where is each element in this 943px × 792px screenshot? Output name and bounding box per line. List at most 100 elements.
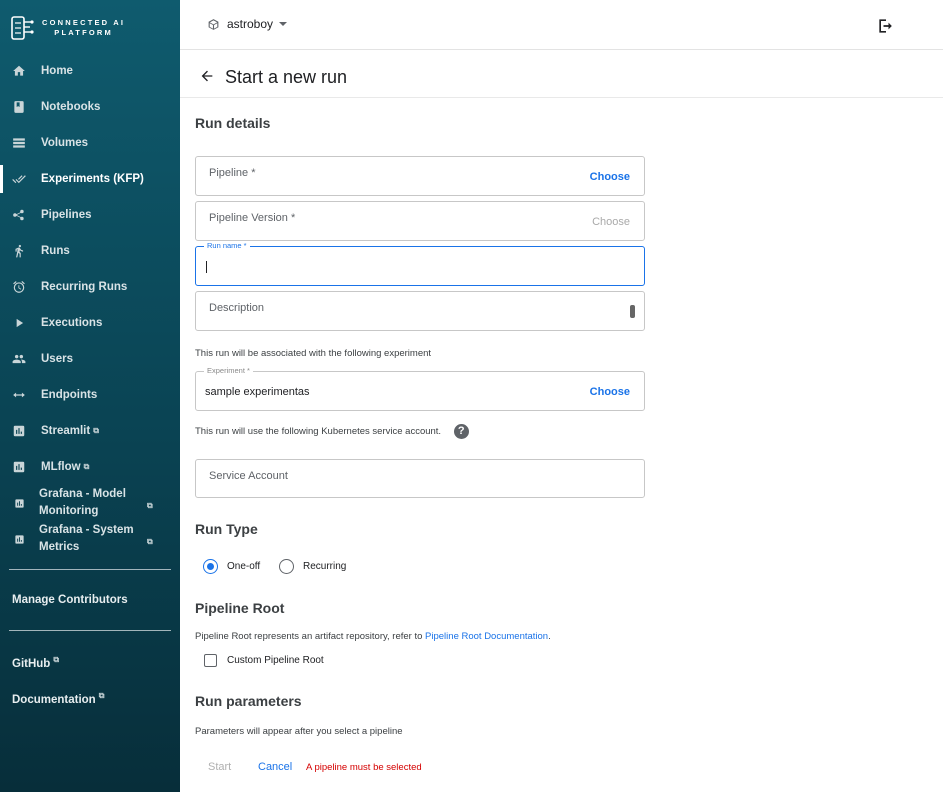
- sidebar-item-label: Endpoints: [41, 389, 98, 401]
- runner-icon: [11, 243, 27, 259]
- sidebar-item-home[interactable]: Home: [0, 53, 180, 89]
- sidebar-item-label: Home: [41, 65, 73, 77]
- pipeline-root-note-period: .: [548, 631, 551, 642]
- home-icon: [11, 63, 27, 79]
- sidebar-divider: [9, 630, 171, 631]
- pipeline-version-field[interactable]: Pipeline Version * Choose: [195, 201, 645, 241]
- start-button[interactable]: Start: [208, 761, 231, 773]
- choose-pipeline-version-button[interactable]: Choose: [592, 216, 630, 228]
- sidebar-item-label: Grafana - System Metrics: [39, 524, 134, 553]
- external-link-icon: ⧉: [147, 501, 153, 510]
- sidebar-item-executions[interactable]: Executions: [0, 305, 180, 341]
- pipeline-root-docs-link[interactable]: Pipeline Root Documentation: [425, 631, 548, 642]
- experiment-note: This run will be associated with the fol…: [195, 348, 432, 359]
- sidebar-item-grafana-model-monitoring[interactable]: Grafana - Model Monitoring ⧉: [0, 485, 180, 521]
- choose-experiment-button[interactable]: Choose: [590, 386, 630, 398]
- text-cursor: [206, 261, 207, 273]
- pipeline-icon: [11, 207, 27, 223]
- run-type-heading: Run Type: [195, 521, 258, 537]
- sidebar-item-label: Runs: [41, 245, 70, 257]
- top-bar: astroboy: [180, 0, 943, 50]
- sidebar-item-endpoints[interactable]: Endpoints: [0, 377, 180, 413]
- sidebar-item-label: Executions: [41, 317, 103, 329]
- sidebar-item-mlflow[interactable]: MLflow ⧉: [0, 449, 180, 485]
- sidebar-nav: Home Notebooks Volumes Experiments (KFP)…: [0, 53, 180, 557]
- pipeline-root-note-text: Pipeline Root represents an artifact rep…: [195, 631, 423, 642]
- sidebar-divider: [9, 569, 171, 570]
- description-input[interactable]: Description: [195, 291, 645, 331]
- sidebar-item-notebooks[interactable]: Notebooks: [0, 89, 180, 125]
- github-link[interactable]: GitHub ⧉: [12, 655, 59, 670]
- namespace-label: astroboy: [227, 17, 274, 31]
- radio-label: One-off: [227, 561, 261, 572]
- external-link-icon: ⧉: [83, 462, 90, 471]
- sidebar-item-label: Notebooks: [41, 101, 101, 113]
- sidebar-item-label: MLflow: [41, 461, 81, 473]
- brand-line-1: CONNECTED AI: [42, 18, 126, 27]
- chart-icon: [11, 423, 27, 439]
- sidebar-item-grafana-system-metrics[interactable]: Grafana - System Metrics ⧉: [0, 521, 180, 557]
- choose-pipeline-button[interactable]: Choose: [590, 171, 630, 183]
- sidebar-item-label: Pipelines: [41, 209, 92, 221]
- experiment-label: Experiment *: [204, 366, 253, 375]
- sidebar: CONNECTED AI PLATFORM Home Notebooks Vol…: [0, 0, 180, 792]
- help-icon[interactable]: ?: [453, 424, 469, 439]
- sidebar-item-label: Grafana - Model Monitoring: [39, 488, 126, 517]
- sidebar-item-label: Streamlit: [41, 425, 91, 437]
- external-link-icon: ⧉: [53, 655, 60, 664]
- caret-down-icon: [279, 22, 288, 26]
- radio-one-off[interactable]: One-off: [203, 559, 260, 574]
- sidebar-item-label: Volumes: [41, 137, 89, 149]
- sidebar-item-users[interactable]: Users: [0, 341, 180, 377]
- service-account-note-text: This run will use the following Kubernet…: [195, 426, 442, 438]
- brand-logo-icon: [11, 16, 34, 40]
- run-details-heading: Run details: [195, 115, 271, 131]
- external-link-icon: ⧉: [98, 691, 105, 700]
- chart-icon: [11, 459, 27, 475]
- chart-icon: [11, 495, 27, 511]
- sidebar-item-volumes[interactable]: Volumes: [0, 125, 180, 161]
- sidebar-item-recurring-runs[interactable]: Recurring Runs: [0, 269, 180, 305]
- page-header: Start a new run: [180, 51, 943, 98]
- logout-icon[interactable]: [876, 16, 896, 36]
- description-placeholder: Description: [209, 302, 265, 314]
- radio-recurring[interactable]: Recurring: [279, 559, 346, 574]
- double-check-icon: [11, 171, 27, 187]
- sidebar-item-label: Recurring Runs: [41, 281, 128, 293]
- chart-icon: [11, 531, 27, 547]
- page-title: Start a new run: [225, 67, 348, 87]
- run-name-input[interactable]: Run name *: [195, 241, 645, 286]
- radio-selected-icon: [203, 559, 218, 574]
- pipeline-root-heading: Pipeline Root: [195, 600, 285, 616]
- pipeline-version-placeholder: Pipeline Version *: [209, 212, 296, 224]
- run-parameters-note: Parameters will appear after you select …: [195, 726, 403, 737]
- sidebar-item-pipelines[interactable]: Pipelines: [0, 197, 180, 233]
- alarm-icon: [11, 279, 27, 295]
- pipeline-placeholder: Pipeline *: [209, 167, 256, 179]
- service-account-input[interactable]: Service Account: [195, 459, 645, 498]
- description-scrollbar[interactable]: [630, 305, 635, 318]
- run-parameters-heading: Run parameters: [195, 693, 302, 709]
- manage-contributors-link[interactable]: Manage Contributors: [12, 594, 128, 606]
- radio-unselected-icon: [279, 559, 294, 574]
- notebook-icon: [11, 99, 27, 115]
- external-link-icon: ⧉: [93, 426, 99, 435]
- cube-icon: [208, 18, 219, 30]
- experiment-value: sample experimentas: [205, 386, 310, 398]
- namespace-selector[interactable]: astroboy: [207, 17, 288, 31]
- documentation-link[interactable]: Documentation ⧉: [12, 691, 104, 706]
- arrows-icon: [11, 387, 27, 403]
- sidebar-item-streamlit[interactable]: Streamlit ⧉: [0, 413, 180, 449]
- cancel-button[interactable]: Cancel: [258, 761, 292, 773]
- sidebar-item-runs[interactable]: Runs: [0, 233, 180, 269]
- back-arrow-icon[interactable]: [199, 68, 215, 84]
- brand-line-2: PLATFORM: [54, 28, 113, 37]
- pipeline-root-note: Pipeline Root represents an artifact rep…: [195, 631, 551, 642]
- custom-pipeline-root-checkbox[interactable]: Custom Pipeline Root: [204, 654, 324, 667]
- sidebar-item-experiments[interactable]: Experiments (KFP): [0, 161, 180, 197]
- experiment-field[interactable]: Experiment * sample experimentas Choose: [195, 366, 645, 411]
- pipeline-field[interactable]: Pipeline * Choose: [195, 156, 645, 196]
- brand[interactable]: CONNECTED AI PLATFORM: [10, 12, 170, 44]
- run-name-label: Run name *: [204, 241, 250, 250]
- play-icon: [11, 315, 27, 331]
